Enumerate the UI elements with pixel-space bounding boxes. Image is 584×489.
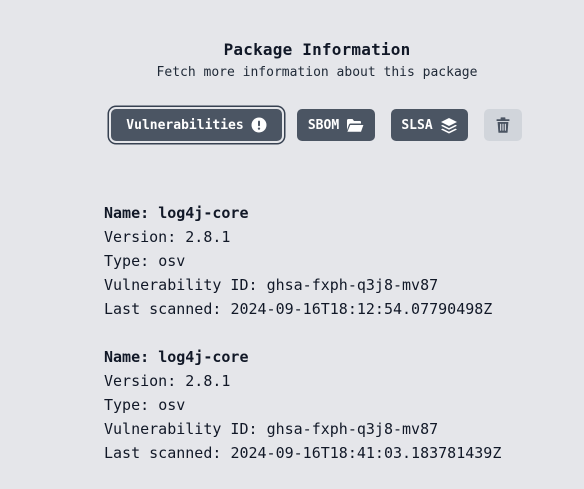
vulnerabilities-button[interactable]: Vulnerabilities [111,109,282,141]
slsa-button[interactable]: SLSA [391,109,468,141]
name-label: Name: [104,204,150,222]
package-info-header: Package Information Fetch more informati… [0,38,584,83]
vulnerability-id-label: Vulnerability ID: [104,276,258,294]
version-label: Version: [104,228,177,246]
last-scanned-line: Last scanned: 2024-09-16T18:41:03.183781… [104,441,501,465]
last-scanned-line: Last scanned: 2024-09-16T18:12:54.077904… [104,297,501,321]
type-line: Type: osv [104,393,501,417]
folder-open-icon [346,118,364,133]
last-scanned-label: Last scanned: [104,300,222,318]
version-value: 2.8.1 [185,372,231,390]
vulnerabilities-button-label: Vulnerabilities [126,117,244,133]
package-name-line: Name: log4j-core [104,345,501,369]
list-item: Name: log4j-core Version: 2.8.1 Type: os… [104,345,501,465]
vulnerability-id-line: Vulnerability ID: ghsa-fxph-q3j8-mv87 [104,417,501,441]
sbom-button[interactable]: SBOM [297,109,375,141]
package-name-line: Name: log4j-core [104,201,501,225]
type-label: Type: [104,252,150,270]
type-value: osv [158,396,186,414]
last-scanned-value: 2024-09-16T18:41:03.183781439Z [230,444,502,462]
type-value: osv [158,252,186,270]
vulnerability-id-value: ghsa-fxph-q3j8-mv87 [266,420,439,438]
type-line: Type: osv [104,249,501,273]
delete-button[interactable] [484,109,522,141]
page-title: Package Information [223,40,411,59]
slsa-button-label: SLSA [401,117,433,133]
type-label: Type: [104,396,150,414]
vulnerability-id-label: Vulnerability ID: [104,420,258,438]
last-scanned-label: Last scanned: [104,444,222,462]
vulnerability-id-line: Vulnerability ID: ghsa-fxph-q3j8-mv87 [104,273,501,297]
name-label: Name: [104,348,150,366]
exclamation-circle-icon [251,117,267,133]
results-list: Name: log4j-core Version: 2.8.1 Type: os… [104,201,501,489]
version-value: 2.8.1 [185,228,231,246]
toolbar: Vulnerabilities SBOM SLSA [0,109,584,141]
page-subtitle: Fetch more information about this packag… [156,65,478,80]
package-name: log4j-core [158,348,249,366]
layer-group-icon [440,117,458,134]
vulnerability-id-value: ghsa-fxph-q3j8-mv87 [266,276,439,294]
version-label: Version: [104,372,177,390]
package-name: log4j-core [158,204,249,222]
list-item: Name: log4j-core Version: 2.8.1 Type: os… [104,201,501,321]
sbom-button-label: SBOM [307,117,340,133]
version-line: Version: 2.8.1 [104,225,501,249]
last-scanned-value: 2024-09-16T18:12:54.07790498Z [230,300,493,318]
version-line: Version: 2.8.1 [104,369,501,393]
trash-icon [496,117,510,133]
